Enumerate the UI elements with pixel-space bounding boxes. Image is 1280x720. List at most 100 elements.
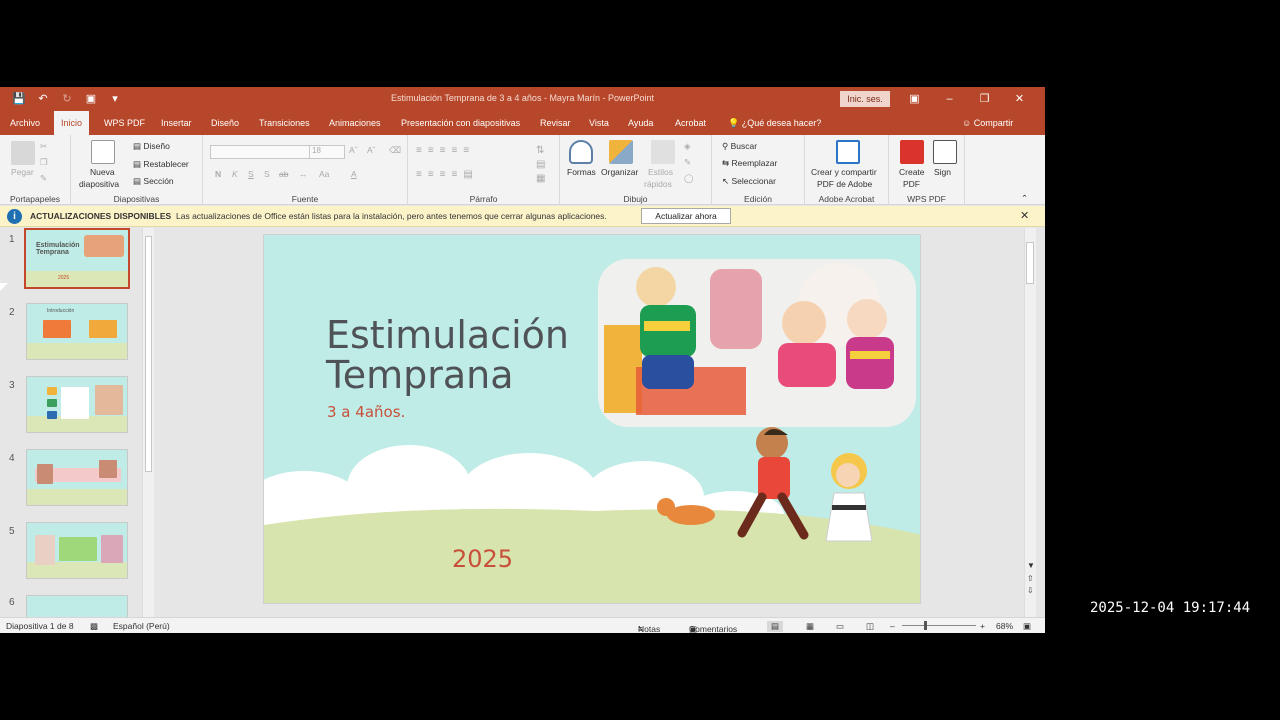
strikethrough-icon[interactable]: ab — [279, 169, 288, 179]
scroll-down-icon[interactable]: ▼ — [1027, 561, 1035, 570]
shape-fill-icon[interactable]: ◈ — [684, 141, 691, 152]
underline-button[interactable]: S — [248, 169, 254, 179]
bold-button[interactable]: N — [215, 169, 221, 179]
quick-styles-icon[interactable] — [651, 140, 675, 164]
infobar-close-icon[interactable]: ✕ — [1020, 209, 1029, 222]
new-slide-button[interactable]: Nueva — [90, 167, 115, 177]
shapes-icon[interactable] — [569, 140, 593, 164]
create-pdf-icon[interactable] — [900, 140, 924, 164]
reset-button[interactable]: ▤ Restablecer — [133, 159, 189, 170]
font-size-combo[interactable]: 18 — [309, 145, 345, 159]
paste-icon[interactable] — [11, 141, 35, 165]
slide-thumbnail-5[interactable] — [26, 522, 128, 579]
create-pdf-button[interactable]: Create — [899, 167, 925, 177]
align-text-icon[interactable]: ▤ — [536, 159, 545, 170]
text-direction-icon[interactable]: ⇅ — [536, 145, 544, 156]
current-slide[interactable]: Estimulación Temprana 3 a 4años. 2025 — [263, 234, 921, 604]
create-adobe-pdf-button[interactable]: Crear y compartir — [811, 167, 877, 177]
char-spacing-icon[interactable]: ↔ — [299, 169, 308, 179]
language-status[interactable]: Español (Perú) — [113, 621, 170, 631]
slide-subtitle[interactable]: 3 a 4años. — [327, 403, 405, 421]
adobe-pdf-icon[interactable] — [836, 140, 860, 164]
normal-view-icon[interactable]: ▤ — [767, 621, 784, 632]
shapes-button[interactable]: Formas — [567, 167, 596, 177]
paste-button[interactable]: Pegar — [11, 167, 34, 177]
new-slide-button-2[interactable]: diapositiva — [79, 179, 119, 189]
copy-icon[interactable]: ❐ — [40, 157, 48, 168]
fit-slide-icon[interactable]: ▣ — [1023, 621, 1031, 632]
spellcheck-icon[interactable]: ▩ — [90, 621, 98, 632]
font-color-button[interactable]: A — [351, 169, 357, 179]
sign-in-button[interactable]: Inic. ses. — [840, 91, 890, 107]
restore-icon[interactable]: ❐ — [967, 90, 1002, 108]
grow-font-icon[interactable]: Aˆ — [349, 145, 358, 155]
zoom-in-icon[interactable]: + — [980, 621, 985, 631]
slide-thumbnail-1[interactable]: Estimulación Temprana 2025 — [24, 228, 130, 289]
editor-scrollbar[interactable] — [1024, 228, 1036, 617]
format-painter-icon[interactable]: ✎ — [40, 173, 47, 184]
close-icon[interactable]: ✕ — [1002, 90, 1037, 108]
sign-button[interactable]: Sign — [934, 167, 951, 177]
update-now-button[interactable]: Actualizar ahora — [641, 208, 731, 224]
shadow-button[interactable]: S — [264, 169, 270, 179]
tab-presentacion[interactable]: Presentación con diapositivas — [394, 111, 527, 135]
slide-year[interactable]: 2025 — [452, 545, 513, 573]
sign-icon[interactable] — [933, 140, 957, 164]
ribbon-display-icon[interactable]: ▣ — [897, 90, 932, 108]
tab-ayuda[interactable]: Ayuda — [621, 111, 660, 135]
new-slide-icon[interactable] — [91, 140, 115, 164]
slideshow-icon[interactable]: ◫ — [866, 621, 874, 632]
tell-me-search[interactable]: 💡 ¿Qué desea hacer? — [728, 111, 821, 135]
italic-button[interactable]: K — [232, 169, 238, 179]
zoom-level[interactable]: 68% — [996, 621, 1013, 631]
replace-button[interactable]: ⇆ Reemplazar — [722, 158, 777, 169]
select-button[interactable]: ↖ Seleccionar — [722, 176, 776, 187]
clear-format-icon[interactable]: ⌫ — [389, 145, 401, 156]
tab-inicio[interactable]: Inicio — [54, 111, 90, 135]
tab-vista[interactable]: Vista — [582, 111, 616, 135]
create-adobe-pdf-button-2[interactable]: PDF de Adobe — [817, 179, 872, 189]
list-icons[interactable]: ≡≡≡≡≡ — [416, 145, 475, 156]
editor-scroll-thumb[interactable] — [1026, 242, 1034, 284]
quick-styles-button-2[interactable]: rápidos — [644, 179, 672, 189]
tab-acrobat[interactable]: Acrobat — [668, 111, 713, 135]
tab-archivo[interactable]: Archivo — [3, 111, 47, 135]
tab-transiciones[interactable]: Transiciones — [252, 111, 317, 135]
tab-revisar[interactable]: Revisar — [533, 111, 578, 135]
layout-button[interactable]: ▤ Diseño — [133, 141, 170, 152]
change-case-button[interactable]: Aa — [319, 169, 329, 179]
cut-icon[interactable]: ✂ — [40, 141, 47, 152]
collapse-ribbon-icon[interactable]: ⌃ — [1021, 193, 1028, 204]
minimize-icon[interactable]: – — [932, 90, 967, 108]
slide-thumbnail-3[interactable] — [26, 376, 128, 433]
previous-slide-icon[interactable]: ⇧ — [1027, 574, 1034, 583]
next-slide-icon[interactable]: ⇩ — [1027, 586, 1034, 595]
arrange-button[interactable]: Organizar — [601, 167, 638, 177]
share-button[interactable]: ☺ Compartir — [962, 111, 1013, 135]
slide-thumbnail-2[interactable]: Introducción — [26, 303, 128, 360]
quick-styles-button[interactable]: Estilos — [648, 167, 673, 177]
tab-diseno[interactable]: Diseño — [204, 111, 246, 135]
create-pdf-button-2[interactable]: PDF — [903, 179, 920, 189]
zoom-slider-thumb[interactable] — [924, 621, 927, 630]
tab-animaciones[interactable]: Animaciones — [322, 111, 388, 135]
slide-thumbnail-4[interactable] — [26, 449, 128, 506]
align-icons[interactable]: ≡≡≡≡▤ — [416, 169, 479, 180]
arrange-icon[interactable] — [609, 140, 633, 164]
slide-sorter-icon[interactable]: ▦ — [806, 621, 814, 632]
tab-insertar[interactable]: Insertar — [154, 111, 199, 135]
tab-wps-pdf[interactable]: WPS PDF — [97, 111, 152, 135]
reading-view-icon[interactable]: ▭ — [836, 621, 844, 632]
smartart-icon[interactable]: ▦ — [536, 173, 545, 184]
zoom-out-icon[interactable]: – — [890, 621, 895, 631]
section-button[interactable]: ▤ Sección — [133, 176, 174, 187]
shape-effects-icon[interactable]: ◯ — [684, 173, 694, 184]
shrink-font-icon[interactable]: Aˇ — [367, 145, 376, 155]
zoom-slider[interactable] — [902, 625, 976, 626]
slide-thumbnail-6[interactable] — [26, 595, 128, 617]
font-family-combo[interactable] — [210, 145, 310, 159]
thumbnails-scroll-thumb[interactable] — [145, 236, 152, 472]
find-button[interactable]: ⚲ Buscar — [722, 141, 757, 152]
shape-outline-icon[interactable]: ✎ — [684, 157, 691, 168]
slide-title[interactable]: Estimulación Temprana — [326, 315, 569, 395]
